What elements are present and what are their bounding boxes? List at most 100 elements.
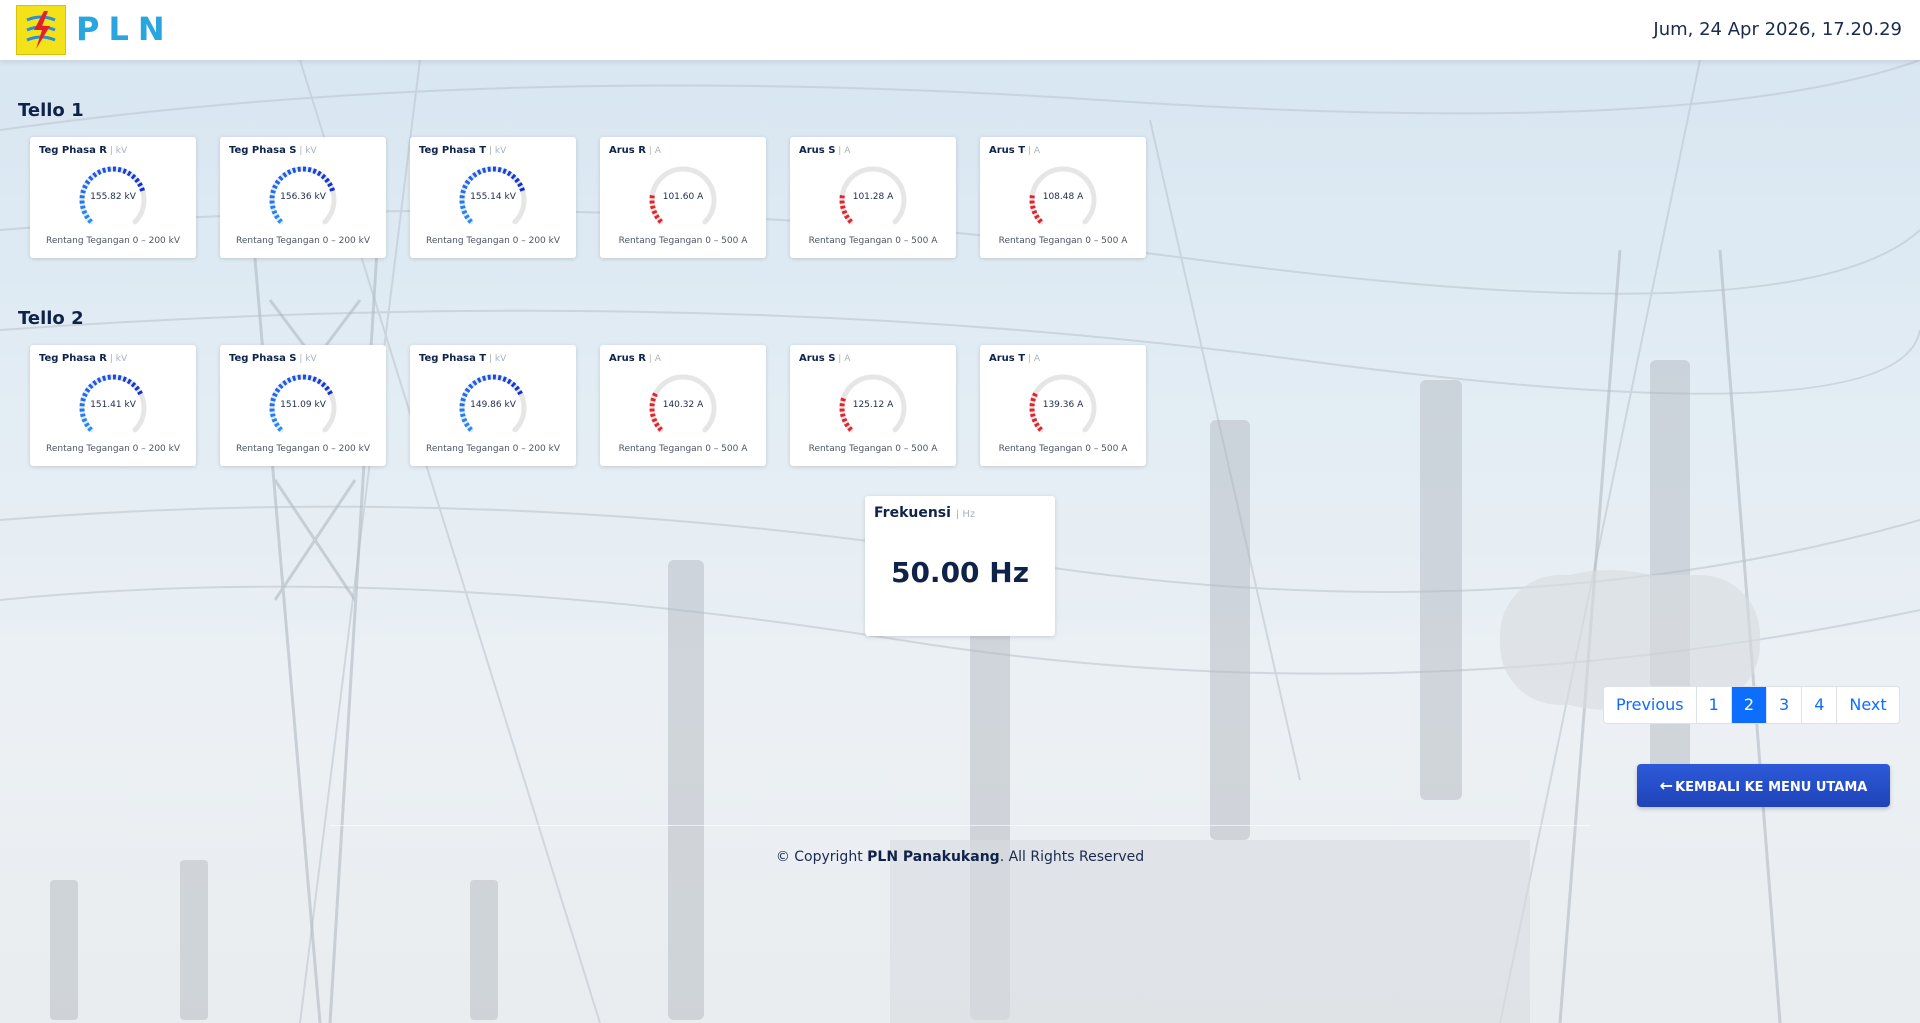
gauge-segment	[84, 179, 91, 185]
gauge-range: Rentang Tegangan 0 – 200 kV	[426, 236, 560, 246]
gauge-title: Arus T | A	[989, 353, 1040, 364]
gauge-segment	[329, 187, 336, 192]
gauge-title: Teg Phasa T | kV	[419, 145, 506, 156]
gauge-segment	[286, 169, 292, 176]
pln-logo[interactable]	[16, 5, 66, 55]
gauge-card-arus-t: Arus T | A 108.48 A Rentang Tegangan 0 – 5…	[980, 137, 1146, 258]
gauge-segment	[96, 377, 102, 384]
gauge-segment	[1034, 214, 1040, 220]
gauge-segment	[278, 383, 284, 390]
gauge-segment	[84, 387, 91, 393]
gauge-segment	[462, 392, 468, 398]
gauge-segment	[80, 413, 86, 418]
gauge-segment	[1031, 209, 1038, 215]
gauge-segment	[278, 175, 284, 182]
gauge-unit: | A	[1025, 354, 1040, 364]
gauge-segment	[101, 167, 107, 174]
gauge-title: Teg Phasa S | kV	[229, 145, 317, 156]
gauge-range: Rentang Tegangan 0 – 500 A	[618, 236, 748, 246]
gauge-segment	[650, 205, 656, 210]
gauge-segment	[130, 173, 137, 180]
gauge-title: Teg Phasa S | kV	[229, 353, 317, 364]
gauge-segment	[519, 187, 526, 192]
gauge-segment	[87, 218, 93, 224]
gauge-segment	[467, 426, 473, 432]
gauge-segment	[657, 218, 663, 224]
gauge-segment	[291, 167, 297, 174]
gauge-segment	[651, 209, 658, 215]
gauge-segment	[270, 205, 276, 210]
frequency-value: 50.00 Hz	[890, 556, 1030, 589]
gauge-unit: | A	[835, 354, 851, 364]
gauge-value: 139.36 A	[1042, 400, 1084, 410]
gauge-value: 155.14 kV	[470, 192, 516, 202]
gauge-segment	[80, 205, 86, 210]
pagination-next[interactable]: Next	[1836, 687, 1899, 723]
gauge-segment	[134, 385, 140, 392]
pagination-page-2[interactable]: 2	[1730, 687, 1766, 723]
gauge-segment	[282, 379, 288, 386]
pagination-page-3[interactable]: 3	[1766, 687, 1802, 723]
gauge-unit: | kV	[296, 354, 317, 364]
gauge-unit: | A	[645, 354, 661, 364]
gauge-segment	[847, 218, 853, 224]
back-button-label: KEMBALI KE MENU UTAMA	[1675, 780, 1868, 795]
gauge-label: Teg Phasa R	[39, 353, 107, 364]
gauge-segment	[514, 177, 520, 184]
gauge-segment	[327, 390, 333, 396]
gauge-segment	[472, 171, 478, 178]
gauge-segment	[139, 187, 146, 192]
gauge-title: Teg Phasa R | kV	[39, 353, 127, 364]
back-to-main-menu-button[interactable]: ← KEMBALI KE MENU UTAMA	[1637, 764, 1890, 807]
gauge-range: Rentang Tegangan 0 – 500 A	[998, 444, 1128, 454]
gauge-segment	[476, 169, 482, 176]
gauge-segment	[506, 170, 512, 177]
gauge-segment	[81, 417, 88, 423]
gauge-segment	[271, 417, 278, 423]
gauge-card-arus-s: Arus S | A 125.12 A Rentang Tegangan 0 – 5…	[790, 345, 956, 466]
gauge-segment	[510, 173, 517, 180]
gauge-segment	[841, 417, 848, 423]
gauge-segment	[464, 387, 471, 393]
gauge-segment	[81, 209, 88, 215]
gauge-segment	[847, 426, 853, 432]
pagination: Previous 1 2 3 4 Next	[1603, 686, 1900, 724]
pagination-previous[interactable]: Previous	[1604, 687, 1696, 723]
gauge-value: 149.86 kV	[470, 400, 516, 410]
gauge-segment	[307, 166, 312, 173]
gauge-segment	[654, 214, 660, 220]
pagination-page-4[interactable]: 4	[1801, 687, 1837, 723]
gauge-segment	[481, 375, 487, 382]
gauge-segment	[517, 390, 523, 396]
gauge-label: Teg Phasa S	[229, 353, 297, 364]
gauge-value: 140.32 A	[662, 400, 704, 410]
gauge-range: Rentang Tegangan 0 – 500 A	[998, 236, 1128, 246]
gauge-segment	[274, 179, 281, 185]
gauge-segment	[130, 381, 137, 388]
gauge-value: 155.82 kV	[90, 192, 136, 202]
gauge-segment	[320, 381, 327, 388]
gauge-segment	[502, 376, 507, 383]
gauge-segment	[312, 168, 317, 175]
gauge-segment	[122, 376, 127, 383]
gauge-segment	[497, 166, 502, 173]
gauge-segment	[277, 218, 283, 224]
gauge-segment	[517, 182, 523, 188]
gauge-segment	[460, 413, 466, 418]
gauge-segment	[462, 184, 468, 190]
gauge-segment	[657, 426, 663, 432]
gauge-title: Arus S | A	[799, 353, 850, 364]
pagination-page-1[interactable]: 1	[1695, 687, 1731, 723]
gauge-card-teg-phasa-r: Teg Phasa R | kV 151.41 kV Rentang Teganga…	[30, 345, 196, 466]
gauge-range: Rentang Tegangan 0 – 200 kV	[236, 444, 370, 454]
gauge-segment	[461, 209, 468, 215]
gauge-segment	[274, 422, 280, 428]
gauge-card-teg-phasa-t: Teg Phasa T | kV 155.14 kV Rentang Teganga…	[410, 137, 576, 258]
top-navbar: PLN Jum, 24 Apr 2026, 17.20.29	[0, 0, 1920, 60]
frequency-unit: | Hz	[955, 509, 976, 520]
gauge-segment	[92, 171, 98, 178]
gauge-segment	[476, 377, 482, 384]
gauge-segment	[134, 177, 140, 184]
gauge-unit: | kV	[486, 146, 507, 156]
gauge-segment	[88, 383, 94, 390]
